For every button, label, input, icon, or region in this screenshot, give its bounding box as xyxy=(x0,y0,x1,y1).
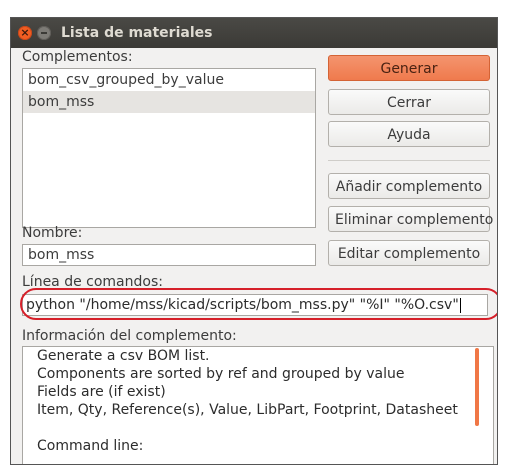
button-separator xyxy=(328,160,490,161)
plugin-info-line: Components are sorted by ref and grouped… xyxy=(37,366,405,382)
command-line-field[interactable]: python "/home/mss/kicad/scripts/bom_mss.… xyxy=(22,294,488,316)
plugin-info-line: Generate a csv BOM list. xyxy=(37,348,210,364)
title-bar: × Lista de materiales xyxy=(11,18,497,48)
plugin-info-line: Item, Qty, Reference(s), Value, LibPart,… xyxy=(37,402,458,418)
bom-dialog-window: × Lista de materiales Complementos: bom_… xyxy=(11,18,497,464)
plugin-list-item[interactable]: bom_csv_grouped_by_value xyxy=(23,69,315,91)
plugin-info-label: Información del complemento: xyxy=(22,328,237,344)
plugin-list-item-selected[interactable]: bom_mss xyxy=(23,91,315,113)
window-title: Lista de materiales xyxy=(61,25,213,41)
generate-button[interactable]: Generar xyxy=(328,55,490,81)
help-button[interactable]: Ayuda xyxy=(328,121,490,147)
command-line-text: python "/home/mss/kicad/scripts/bom_mss.… xyxy=(26,297,459,313)
close-button[interactable]: Cerrar xyxy=(328,89,490,115)
plugins-label: Complementos: xyxy=(22,49,133,65)
close-window-icon[interactable]: × xyxy=(18,26,32,40)
text-caret xyxy=(459,297,461,313)
plugin-info-line: Command line: xyxy=(37,438,144,454)
remove-plugin-button[interactable]: Eliminar complemento xyxy=(328,206,493,232)
command-line-label: Línea de comandos: xyxy=(22,274,163,290)
plugins-list[interactable]: bom_csv_grouped_by_value bom_mss xyxy=(22,68,316,228)
add-plugin-button[interactable]: Añadir complemento xyxy=(328,173,490,199)
plugin-info-scrollbar[interactable] xyxy=(475,348,479,426)
edit-plugin-button[interactable]: Editar complemento xyxy=(328,240,490,266)
name-label: Nombre: xyxy=(22,225,83,241)
minimize-window-icon[interactable] xyxy=(37,26,51,40)
name-field[interactable]: bom_mss xyxy=(22,244,316,266)
plugin-info-textarea[interactable]: Generate a csv BOM list. Components are … xyxy=(22,346,494,464)
plugin-info-line: Fields are (if exist) xyxy=(37,384,166,400)
